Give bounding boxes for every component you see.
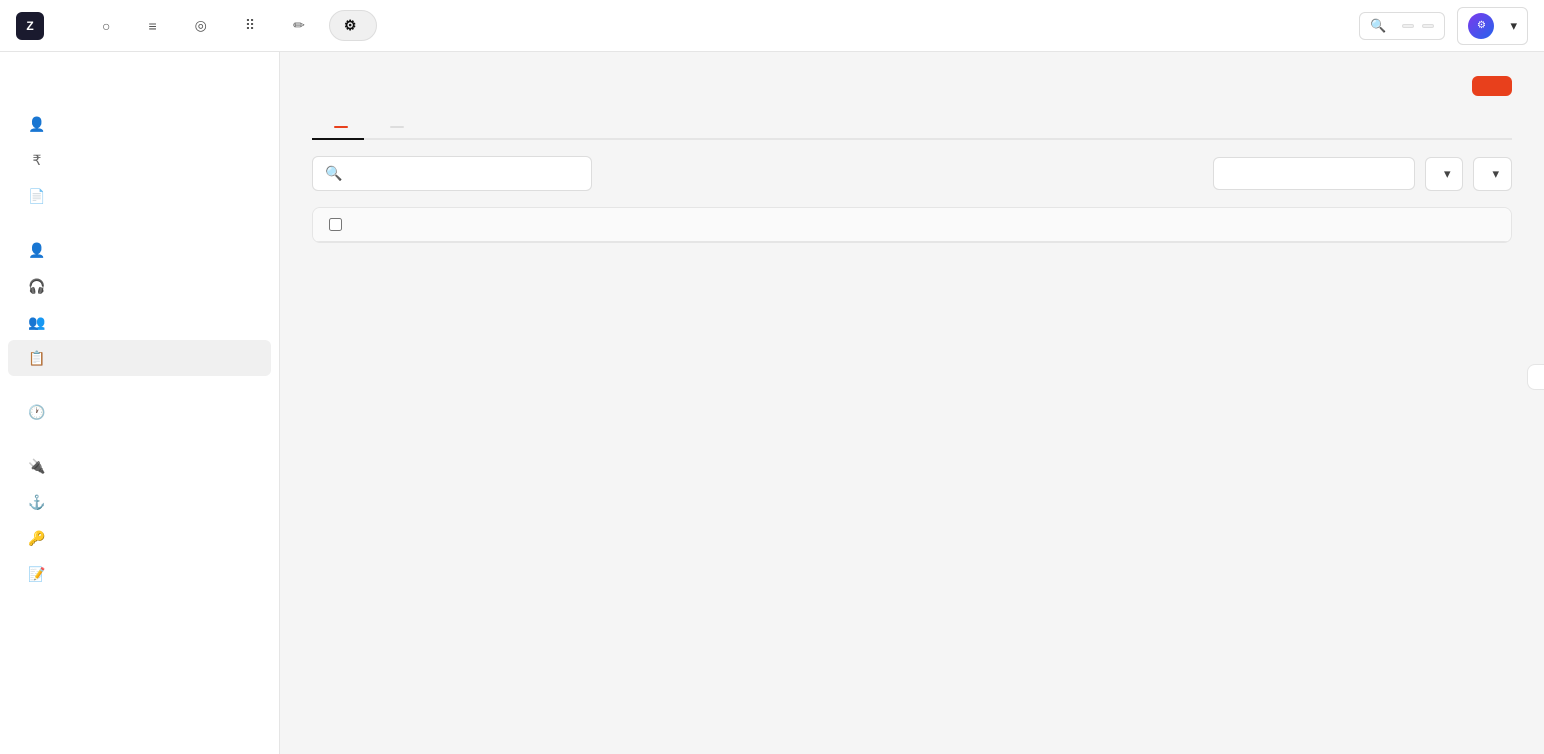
section-label-dev-tools: [0, 430, 279, 448]
apps-icon: ⠿: [245, 17, 255, 34]
account-profile-icon: 👤: [28, 241, 46, 259]
sidebar-item-business-hours[interactable]: 🕐: [8, 394, 271, 430]
billing-icon: ₹: [28, 151, 46, 169]
sidebar-item-teams[interactable]: 👥: [8, 304, 271, 340]
nav-flows[interactable]: ✏: [279, 11, 325, 40]
table-header: [313, 208, 1511, 242]
th-actions: [1455, 218, 1495, 231]
webhooks-icon: ⚓: [28, 493, 46, 511]
sidebar-item-personal-settings[interactable]: 👤: [8, 106, 271, 142]
flows-icon: ✏: [293, 17, 305, 34]
sidebar-item-agents[interactable]: 🎧: [8, 268, 271, 304]
search-contacts-icon: 🔍: [325, 165, 342, 182]
contacts-tabs: [312, 116, 1512, 140]
nav-queue[interactable]: ≡: [134, 12, 176, 40]
select-all-checkbox[interactable]: [329, 218, 342, 231]
nav-chat[interactable]: ◎: [181, 11, 227, 40]
contact-search-input[interactable]: [350, 166, 579, 181]
sidebar-title: [0, 72, 279, 88]
topnav-right: 🔍 ⚙ ▾: [1359, 7, 1528, 45]
section-label-your-space: [0, 88, 279, 106]
th-date-added: [1255, 218, 1455, 231]
overview-icon: ○: [102, 18, 110, 34]
tab-contacts[interactable]: [312, 116, 364, 140]
sidebar-item-webhooks[interactable]: ⚓: [8, 484, 271, 520]
tags-dropdown[interactable]: ▾: [1473, 157, 1512, 191]
tab-archived[interactable]: [368, 116, 420, 140]
th-tags: [849, 218, 1255, 231]
channel-chevron-icon: ▾: [1444, 166, 1451, 182]
contacts-icon: 📋: [28, 349, 46, 367]
logo[interactable]: Z: [16, 12, 56, 40]
page-header: [312, 76, 1512, 96]
section-label-automation: [0, 376, 279, 394]
th-email: [649, 218, 849, 231]
sidebar: 👤 ₹ 📄 👤 🎧 👥 📋: [0, 52, 280, 754]
reports-icon: 📄: [28, 187, 46, 205]
sidebar-item-integrations[interactable]: 🔌: [8, 448, 271, 484]
contact-search-wrap[interactable]: 🔍: [312, 156, 592, 191]
th-checkbox: [329, 218, 369, 231]
sidebar-item-account-profile[interactable]: 👤: [8, 232, 271, 268]
sidebar-item-message-logs[interactable]: 📝: [8, 556, 271, 592]
tab-archived-badge: [390, 126, 404, 128]
sidebar-item-contacts[interactable]: 📋: [8, 340, 271, 376]
date-added-filter[interactable]: [1213, 157, 1415, 190]
account-avatar: ⚙: [1468, 13, 1494, 39]
search-kbd-ctrl: [1402, 24, 1414, 28]
nav-overview[interactable]: ○: [88, 12, 130, 40]
teams-icon: 👥: [28, 313, 46, 331]
queue-icon: ≡: [148, 18, 156, 34]
nav-links: ○ ≡ ◎ ⠿ ✏ ⚙: [88, 10, 1359, 41]
top-nav: Z ○ ≡ ◎ ⠿ ✏ ⚙ 🔍: [0, 0, 1544, 52]
person-icon: 👤: [28, 115, 46, 133]
tags-chevron-icon: ▾: [1492, 166, 1499, 182]
search-kbd-k: [1422, 24, 1434, 28]
agents-icon: 🎧: [28, 277, 46, 295]
add-contacts-button[interactable]: [1472, 76, 1512, 96]
nav-apps[interactable]: ⠿: [231, 11, 275, 40]
integrations-icon: 🔌: [28, 457, 46, 475]
nav-settings[interactable]: ⚙: [329, 10, 378, 41]
chat-icon: ◎: [195, 17, 207, 34]
sidebar-item-billing-credits[interactable]: ₹: [8, 142, 271, 178]
main-layout: 👤 ₹ 📄 👤 🎧 👥 📋: [0, 52, 1544, 754]
channel-dropdown[interactable]: ▾: [1425, 157, 1464, 191]
log-icon: 📝: [28, 565, 46, 583]
logo-box: Z: [16, 12, 44, 40]
section-label-team-settings: [0, 214, 279, 232]
th-customer-name: [369, 218, 649, 231]
key-icon: 🔑: [28, 529, 46, 547]
global-search[interactable]: 🔍: [1359, 12, 1445, 40]
filters-bar: 🔍 ▾ ▾: [312, 156, 1512, 191]
account-chevron-icon: ▾: [1510, 18, 1517, 34]
account-menu[interactable]: ⚙ ▾: [1457, 7, 1528, 45]
help-sidebar[interactable]: [1527, 364, 1544, 390]
sidebar-item-reports[interactable]: 📄: [8, 178, 271, 214]
sidebar-item-api-keys[interactable]: 🔑: [8, 520, 271, 556]
contacts-table: [312, 207, 1512, 243]
search-icon: 🔍: [1370, 18, 1386, 34]
clock-icon: 🕐: [28, 403, 46, 421]
tab-contacts-badge: [334, 126, 348, 128]
settings-icon: ⚙: [344, 17, 357, 34]
main-content: 🔍 ▾ ▾: [280, 52, 1544, 754]
